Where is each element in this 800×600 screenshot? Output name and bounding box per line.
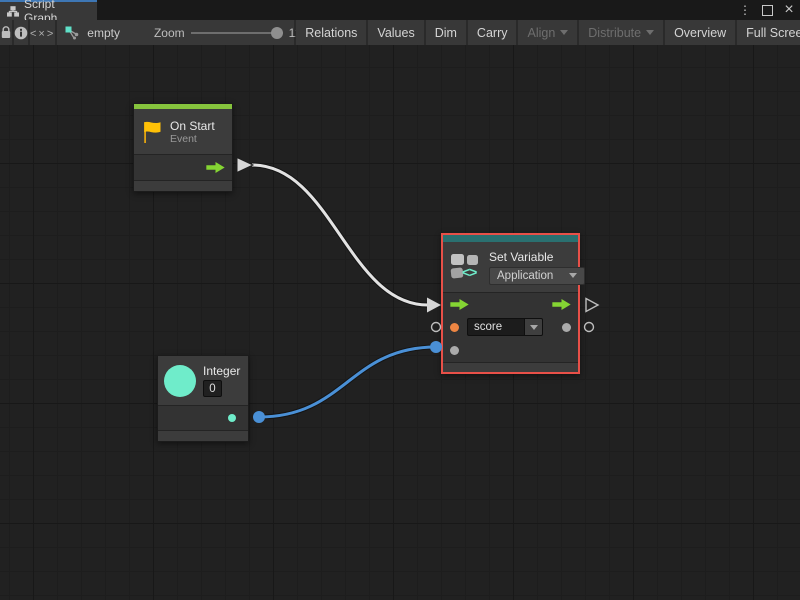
node-subtitle: Event xyxy=(170,133,215,145)
setvar-variable-row: score xyxy=(443,316,578,338)
graph-hierarchy-icon xyxy=(7,6,19,17)
integer-literal-icon xyxy=(164,365,196,397)
zoom-label: Zoom xyxy=(154,26,185,40)
window-menu-icon[interactable] xyxy=(738,3,752,17)
code-view-button[interactable] xyxy=(30,20,55,45)
variables-code-icon xyxy=(451,254,481,280)
title-bar: Script Graph xyxy=(0,0,800,20)
zoom-slider-track xyxy=(191,32,283,34)
info-button[interactable] xyxy=(14,20,28,45)
value-output-port[interactable] xyxy=(562,323,571,332)
node-title: Set Variable xyxy=(489,250,585,264)
on-start-flow-row xyxy=(134,154,232,180)
integer-value-field[interactable]: 0 xyxy=(203,380,222,397)
variable-name-input-port[interactable] xyxy=(450,323,459,332)
node-title: Integer xyxy=(203,364,240,378)
maximize-icon[interactable] xyxy=(760,3,774,17)
variable-accent-bar xyxy=(443,235,578,242)
info-icon xyxy=(14,26,28,40)
set-variable-header: Set Variable Application xyxy=(443,242,578,292)
node-on-start[interactable]: On Start Event xyxy=(133,103,233,192)
dim-button[interactable]: Dim xyxy=(426,20,466,45)
graph-canvas[interactable] xyxy=(0,45,800,600)
flow-output-port[interactable] xyxy=(206,162,225,173)
fallback-value-input-port[interactable] xyxy=(450,346,459,355)
variable-scope-dropdown[interactable]: Application xyxy=(489,267,585,285)
graph-node-icon xyxy=(65,26,81,40)
node-title: On Start xyxy=(170,119,215,133)
flag-icon xyxy=(142,120,162,144)
integer-header: Integer 0 xyxy=(158,356,248,405)
node-footer xyxy=(134,180,232,191)
toolbar-buttons: Relations Values Dim Carry Align Distrib… xyxy=(296,20,800,45)
lock-button[interactable] xyxy=(0,20,12,45)
tab-script-graph[interactable]: Script Graph xyxy=(0,0,97,20)
values-button[interactable]: Values xyxy=(368,20,423,45)
zoom-slider-handle[interactable] xyxy=(271,27,283,39)
scope-label: Application xyxy=(497,270,553,282)
fullscreen-button[interactable]: Full Screen xyxy=(737,20,800,45)
overview-button[interactable]: Overview xyxy=(665,20,735,45)
setvar-flow-row xyxy=(443,292,578,316)
node-set-variable[interactable]: Set Variable Application score xyxy=(441,233,580,374)
graph-picker[interactable]: empty xyxy=(65,26,120,40)
close-icon[interactable] xyxy=(782,3,796,17)
carry-button[interactable]: Carry xyxy=(468,20,517,45)
flow-output-port[interactable] xyxy=(552,299,571,310)
setvar-fallback-row xyxy=(443,338,578,362)
chevron-down-icon xyxy=(560,30,568,35)
variable-name-dropdown-button[interactable] xyxy=(524,318,543,336)
graph-picker-label: empty xyxy=(87,26,120,40)
variable-name-field[interactable]: score xyxy=(467,318,543,336)
toolbar-main-cell: empty Zoom 1x xyxy=(57,20,294,45)
align-button[interactable]: Align xyxy=(518,20,577,45)
code-angle-icon xyxy=(30,26,55,40)
chevron-down-icon xyxy=(646,30,654,35)
chevron-down-icon xyxy=(530,325,538,330)
zoom-control: Zoom 1x xyxy=(154,26,301,40)
on-start-header: On Start Event xyxy=(134,109,232,154)
flow-input-port[interactable] xyxy=(450,299,469,310)
script-graph-window: Script Graph xyxy=(0,0,800,600)
relations-button[interactable]: Relations xyxy=(296,20,366,45)
integer-output-row xyxy=(158,405,248,430)
window-controls xyxy=(738,0,796,20)
chevron-down-icon xyxy=(569,273,577,278)
variable-name-text[interactable]: score xyxy=(467,318,524,336)
node-integer[interactable]: Integer 0 xyxy=(157,355,249,442)
node-footer xyxy=(443,362,578,372)
node-footer xyxy=(158,430,248,441)
graph-toolbar: empty Zoom 1x Relations Values Dim Carry… xyxy=(0,20,800,45)
lock-icon xyxy=(0,26,12,39)
zoom-slider[interactable] xyxy=(191,27,283,39)
value-output-port[interactable] xyxy=(228,414,236,422)
distribute-button[interactable]: Distribute xyxy=(579,20,663,45)
